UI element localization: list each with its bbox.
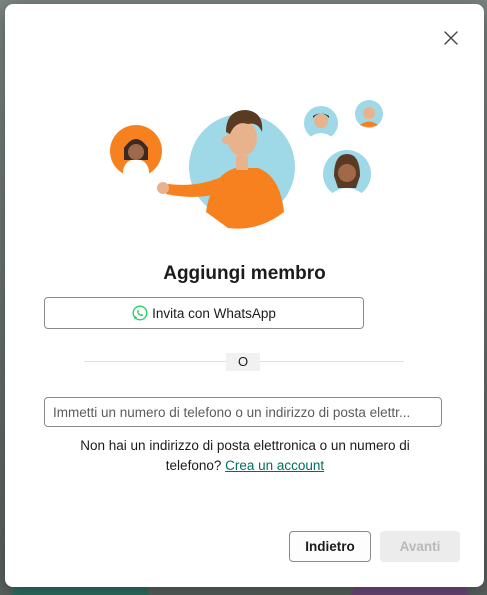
- close-icon: [444, 31, 458, 45]
- invite-whatsapp-button[interactable]: Invita con WhatsApp: [44, 297, 364, 329]
- add-member-dialog: Aggiungi membro Invita con WhatsApp O No…: [5, 4, 484, 587]
- family-illustration: [110, 100, 383, 229]
- separator-or-label: O: [226, 353, 260, 371]
- close-button[interactable]: [441, 28, 461, 48]
- dialog-title: Aggiungi membro: [163, 263, 326, 284]
- create-account-link[interactable]: Crea un account: [225, 458, 324, 473]
- contact-input[interactable]: [44, 397, 442, 427]
- no-contact-hint: Non hai un indirizzo di posta elettronic…: [65, 436, 425, 476]
- back-button[interactable]: Indietro: [289, 531, 371, 562]
- whatsapp-icon: [132, 305, 148, 321]
- next-button[interactable]: Avanti: [380, 531, 460, 562]
- invite-whatsapp-label: Invita con WhatsApp: [152, 305, 276, 321]
